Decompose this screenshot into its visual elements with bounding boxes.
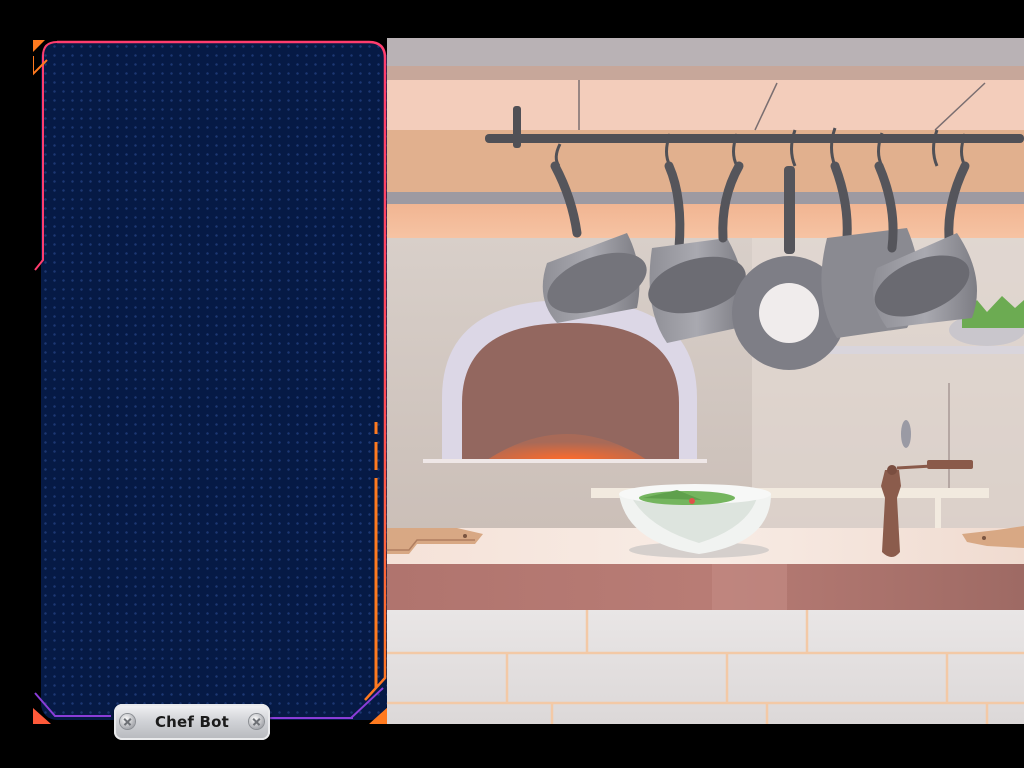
salad-bowl-icon [619,484,771,558]
game-screen: Chef Bot [0,0,1024,768]
screw-icon [249,714,264,729]
kitchen-scene [387,38,1024,724]
character-name: Chef Bot [154,713,230,731]
character-name-plate: Chef Bot [114,704,270,740]
screw-icon [120,714,135,729]
character-panel [33,38,389,724]
panel-frame [33,40,389,724]
